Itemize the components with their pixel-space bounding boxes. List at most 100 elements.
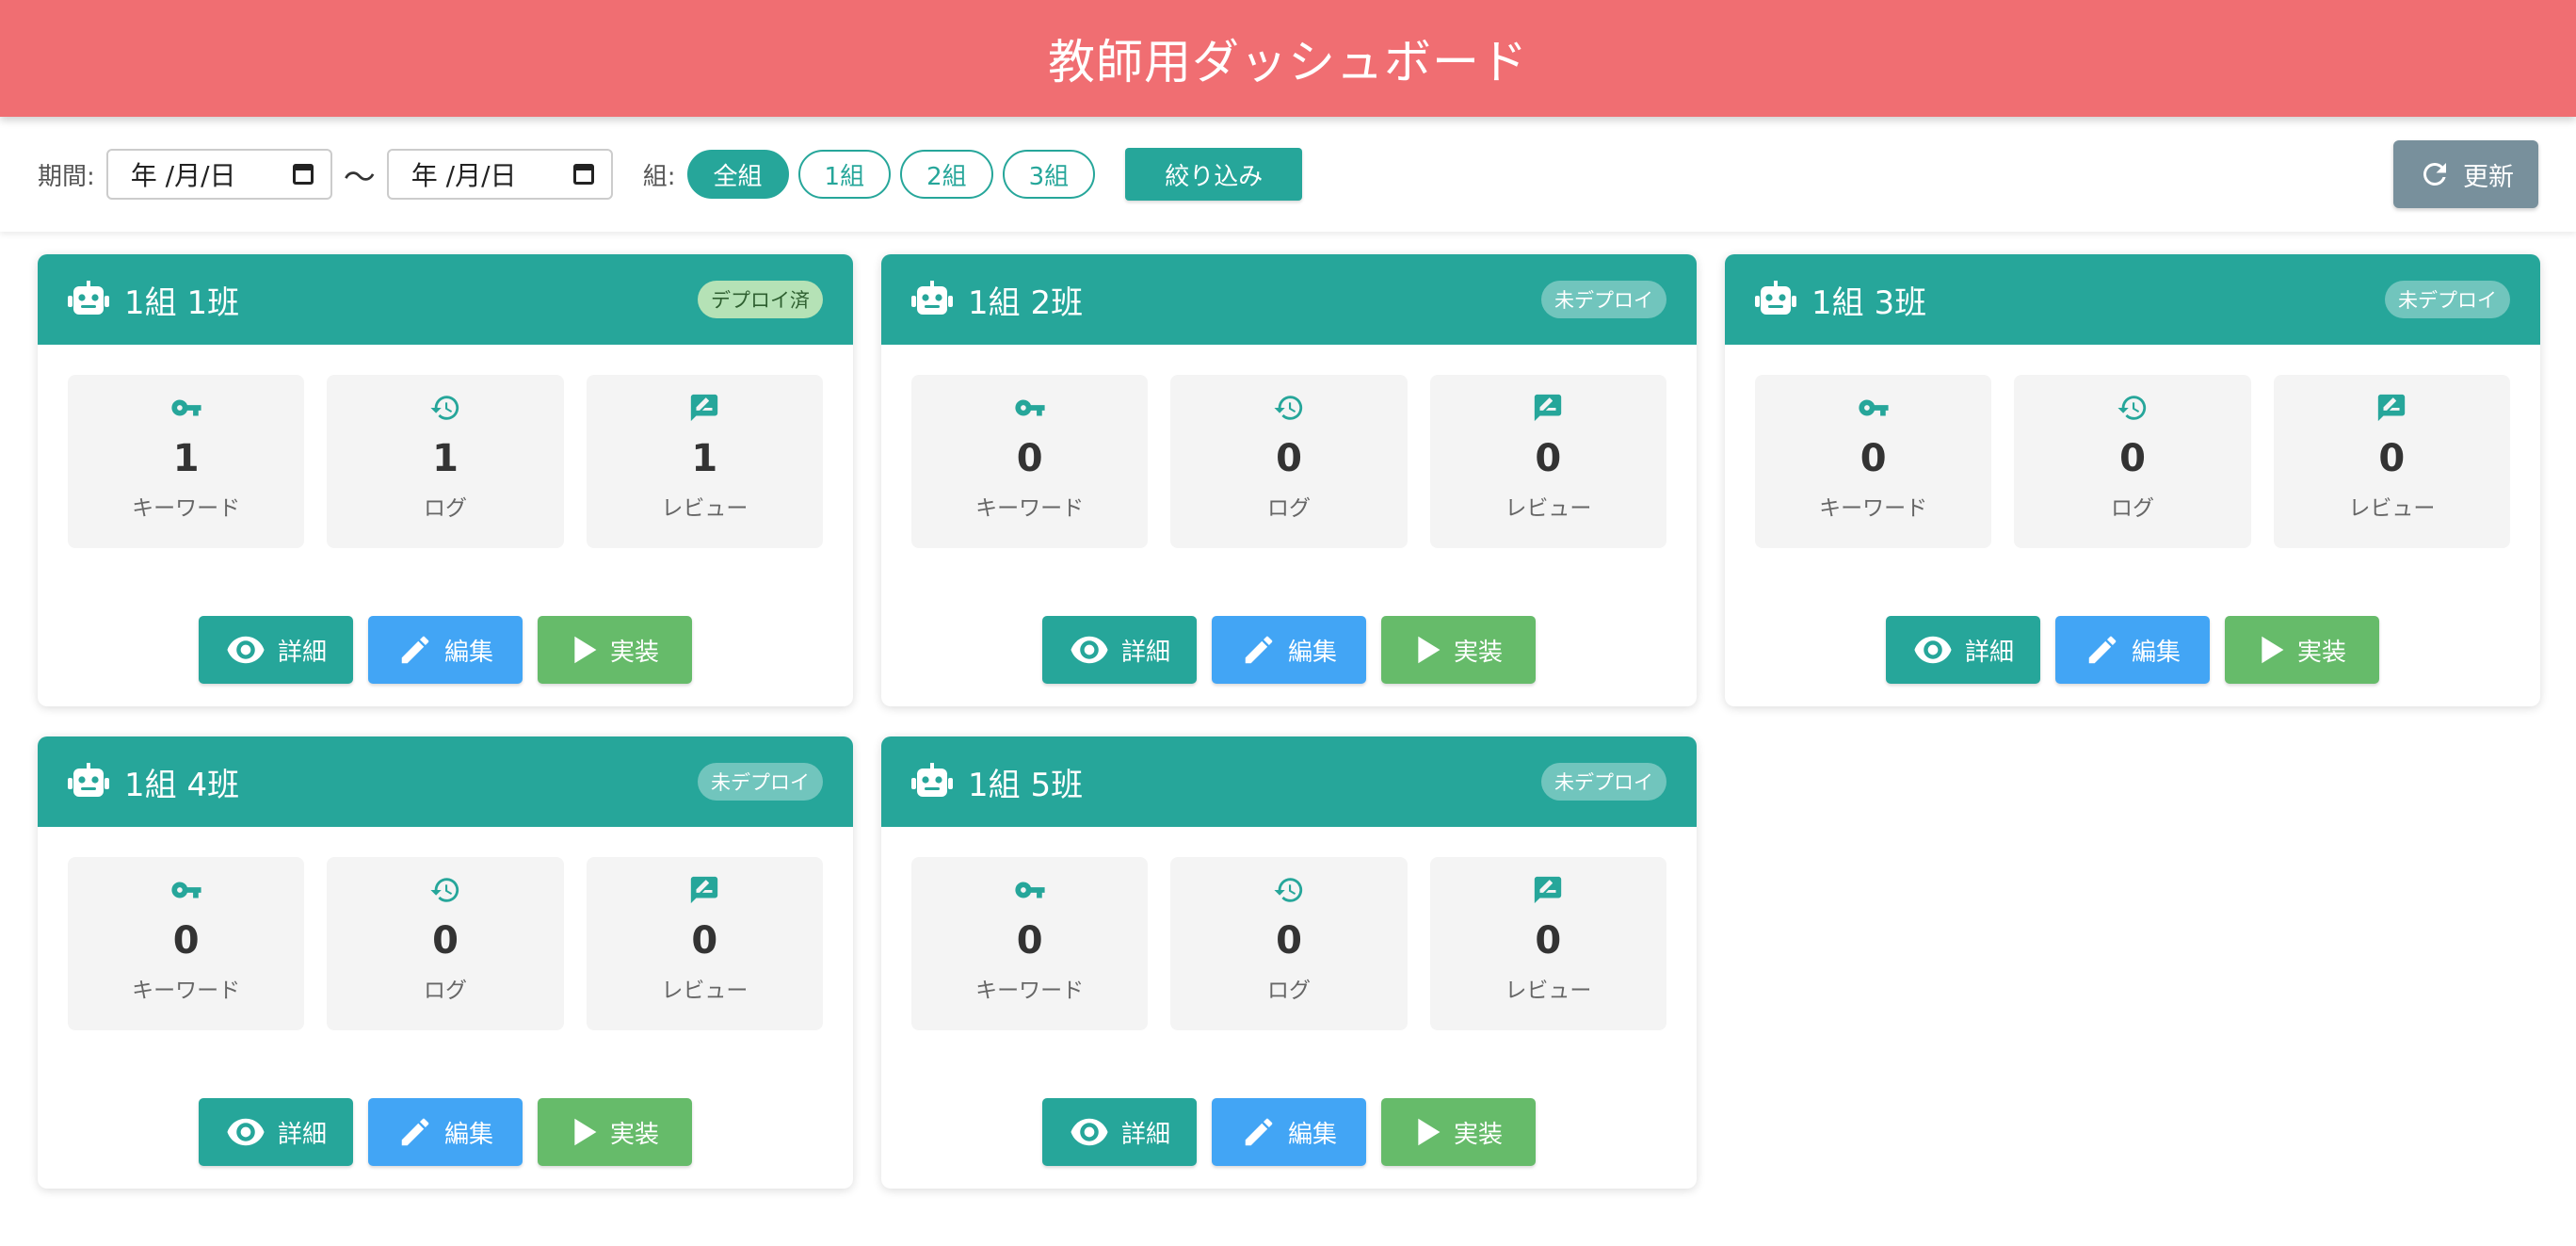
group-label: 組: [642,162,676,191]
history-icon [1274,396,1303,420]
edit-button[interactable]: 編集 [2055,616,2210,684]
card-header: 1組 3班 未デプロイ [1725,254,2540,345]
detail-button[interactable]: 詳細 [1042,616,1197,684]
run-button[interactable]: 実装 [538,616,692,684]
review-label: レビュー [2348,496,2436,521]
review-stat: 0 レビュー [1429,857,1666,1030]
status-badge: 未デプロイ [1541,281,1666,318]
log-stat: 0 ログ [2014,375,2251,548]
review-icon [1535,394,1562,422]
review-count: 0 [691,919,718,963]
review-stat: 0 レビュー [1429,375,1666,548]
eye-icon [1914,636,1952,664]
eye-icon [1071,636,1108,664]
detail-label: 詳細 [1120,638,1170,667]
edit-button[interactable]: 編集 [1212,616,1366,684]
card-actions: 詳細 編集 実装 [1725,616,2540,684]
edit-button[interactable]: 編集 [368,1098,523,1166]
log-label: ログ [423,979,467,1003]
run-button[interactable]: 実装 [1381,1098,1536,1166]
date-to-input[interactable]: 年 /月/日 [386,149,613,200]
run-button[interactable]: 実装 [2225,616,2379,684]
detail-button[interactable]: 詳細 [199,616,353,684]
calendar-icon[interactable] [292,164,314,185]
status-badge: 未デプロイ [698,763,823,801]
card-actions: 詳細 編集 実装 [881,616,1697,684]
edit-label: 編集 [1287,1120,1337,1149]
log-stat: 0 ログ [327,857,564,1030]
review-label: レビュー [661,979,749,1003]
run-button[interactable]: 実装 [538,1098,692,1166]
pencil-icon [401,1118,429,1146]
group-3-button[interactable]: 3組 [1002,150,1096,199]
review-stat: 1 レビュー [586,375,823,548]
eye-icon [1071,1118,1108,1146]
refresh-label: 更新 [2463,162,2514,192]
review-stat: 0 レビュー [2273,375,2510,548]
date-to-value: 年 /月/日 [411,160,517,191]
detail-button[interactable]: 詳細 [1042,1098,1197,1166]
key-icon [171,399,201,416]
run-label: 実装 [1453,1120,1503,1149]
log-label: ログ [1266,496,1311,521]
history-icon [430,396,459,420]
robot-icon [911,281,953,315]
keyword-label: キーワード [132,979,241,1003]
review-count: 0 [1535,919,1562,963]
review-icon [691,876,718,904]
run-label: 実装 [2296,638,2346,667]
calendar-icon[interactable] [572,164,594,185]
period-label: 期間: [38,162,95,191]
review-count: 0 [1535,437,1562,480]
log-label: ログ [1266,979,1311,1003]
edit-button[interactable]: 編集 [1212,1098,1366,1166]
card-header: 1組 4班 未デプロイ [38,736,853,827]
group-1-button[interactable]: 1組 [797,150,892,199]
card-title: 1組 5班 [968,766,1084,804]
stats-row: 0 キーワード 0 ログ 0 レビュー [1725,345,2540,548]
log-stat: 1 ログ [327,375,564,548]
group-2-button[interactable]: 2組 [900,150,993,199]
robot-icon [68,763,109,797]
range-separator: 〜 [343,158,376,197]
run-button[interactable]: 実装 [1381,616,1536,684]
keyword-count: 0 [1016,437,1043,480]
card-header: 1組 1班 デプロイ済 [38,254,853,345]
keyword-label: キーワード [975,979,1085,1003]
history-icon [1274,878,1303,902]
edit-label: 編集 [443,638,493,667]
keyword-stat: 0 キーワード [911,857,1149,1030]
robot-icon [911,763,953,797]
detail-button[interactable]: 詳細 [1886,616,2040,684]
edit-button[interactable]: 編集 [368,616,523,684]
apply-filter-button[interactable]: 絞り込み [1125,148,1303,201]
keyword-count: 1 [172,437,200,480]
log-stat: 0 ログ [1170,375,1408,548]
keyword-stat: 0 キーワード [911,375,1149,548]
log-count: 0 [432,919,459,963]
group-card: 1組 4班 未デプロイ 0 キーワード 0 ログ 0 レビュー 詳細 編集 実装 [38,736,853,1189]
review-label: レビュー [1505,496,1592,521]
pencil-icon [1245,1118,1273,1146]
pencil-icon [401,636,429,664]
card-actions: 詳細 編集 実装 [38,616,853,684]
detail-label: 詳細 [277,1120,327,1149]
robot-icon [1755,281,1796,315]
date-from-value: 年 /月/日 [130,160,236,191]
group-card: 1組 1班 デプロイ済 1 キーワード 1 ログ 1 レビュー 詳細 編集 実装 [38,254,853,706]
group-all-button[interactable]: 全組 [686,150,789,199]
card-actions: 詳細 編集 実装 [881,1098,1697,1166]
detail-button[interactable]: 詳細 [199,1098,353,1166]
keyword-count: 0 [1016,919,1043,963]
review-label: レビュー [661,496,749,521]
keyword-count: 0 [172,919,200,963]
history-icon [430,878,459,902]
date-from-input[interactable]: 年 /月/日 [105,149,332,200]
play-icon [1418,636,1441,664]
card-title: 1組 4班 [124,766,240,804]
stats-row: 0 キーワード 0 ログ 0 レビュー [881,827,1697,1030]
keyword-label: キーワード [975,496,1085,521]
refresh-button[interactable]: 更新 [2393,140,2538,208]
stats-row: 1 キーワード 1 ログ 1 レビュー [38,345,853,548]
key-icon [1015,399,1045,416]
